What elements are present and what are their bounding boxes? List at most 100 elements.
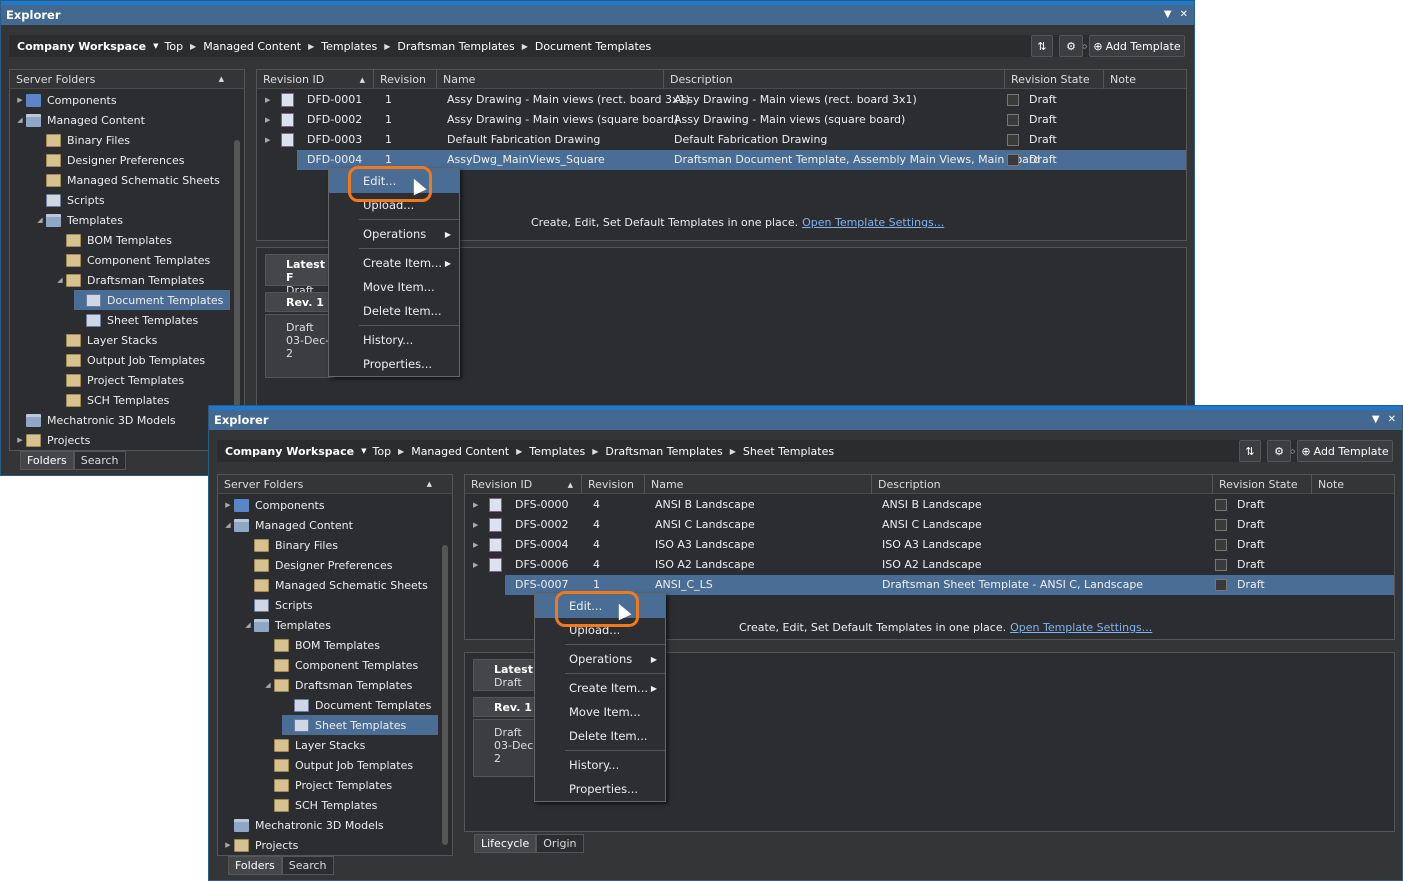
latest-revision-box[interactable]: Latest - F Draft [265, 254, 335, 297]
window-titlebar[interactable]: Explorer ▼ ✕ [1, 1, 1194, 25]
refresh-button[interactable]: ⇅ [1239, 440, 1261, 462]
tree-item[interactable]: Document Templates [282, 695, 438, 715]
menu-item[interactable]: Operations ▶ [535, 647, 665, 671]
state-checkbox[interactable] [1215, 579, 1227, 591]
column-description[interactable]: Description [872, 475, 1213, 494]
expand-arrow-icon[interactable]: ◢ [222, 521, 234, 529]
expand-arrow-icon[interactable]: ▶ [265, 96, 270, 104]
expand-arrow-icon[interactable]: ▶ [222, 501, 234, 509]
tree-item[interactable]: BOM Templates [262, 635, 438, 655]
state-checkbox[interactable] [1007, 134, 1019, 146]
column-name[interactable]: Name [645, 475, 872, 494]
state-checkbox[interactable] [1215, 519, 1227, 531]
tree-item[interactable]: Managed Schematic Sheets [242, 575, 438, 595]
close-icon[interactable]: ✕ [1388, 414, 1396, 425]
revision-box[interactable]: Rev. 1 [265, 292, 335, 312]
add-template-button[interactable]: ⊕ Add Template [1089, 35, 1185, 57]
tree-item[interactable]: ◢ Draftsman Templates [262, 675, 438, 695]
dropdown-icon[interactable]: ▼ [1372, 414, 1380, 425]
table-row[interactable]: DFS-0007 1 ANSI_C_LS Draftsman Sheet Templa… [505, 575, 1394, 595]
tree-item[interactable]: Sheet Templates [74, 310, 230, 330]
tree-item[interactable]: Sheet Templates [282, 715, 438, 735]
tab-folders[interactable]: Folders [228, 856, 282, 875]
menu-item[interactable]: Move Item... [535, 700, 665, 724]
scrollbar[interactable] [442, 545, 448, 845]
table-row[interactable]: ▶ DFD-0002 1 Assy Drawing - Main views (squ… [257, 110, 1186, 130]
breadcrumb-item[interactable]: Templates [529, 445, 585, 458]
state-checkbox[interactable] [1215, 539, 1227, 551]
tree-item[interactable]: Mechatronic 3D Models [222, 815, 438, 835]
tree-item[interactable]: Scripts [34, 190, 230, 210]
expand-arrow-icon[interactable]: ▶ [473, 501, 478, 509]
expand-arrow-icon[interactable]: ▶ [473, 521, 478, 529]
state-checkbox[interactable] [1215, 559, 1227, 571]
tree-item[interactable]: Binary Files [34, 130, 230, 150]
state-checkbox[interactable] [1007, 94, 1019, 106]
column-revision-state[interactable]: Revision State [1005, 70, 1104, 89]
breadcrumb-item[interactable]: Templates [321, 40, 377, 53]
tree-item[interactable]: Layer Stacks [54, 330, 230, 350]
tree-item[interactable]: ◢ Managed Content [14, 110, 230, 130]
tree-item[interactable]: BOM Templates [54, 230, 230, 250]
column-revision[interactable]: Revision [582, 475, 645, 494]
revision-box[interactable]: Rev. 1 [473, 697, 543, 717]
menu-item[interactable]: Operations ▶ [329, 222, 459, 246]
open-template-settings-link[interactable]: Open Template Settings... [802, 216, 944, 229]
tree-item[interactable]: Managed Schematic Sheets [34, 170, 230, 190]
state-checkbox[interactable] [1007, 114, 1019, 126]
menu-item[interactable]: History... [535, 753, 665, 777]
expand-arrow-icon[interactable]: ▶ [14, 96, 26, 104]
latest-revision-box[interactable]: Latest - Draft [473, 659, 543, 691]
tree-item[interactable]: Designer Preferences [34, 150, 230, 170]
tree-item[interactable]: ▶ Components [14, 90, 230, 110]
tree-item[interactable]: Scripts [242, 595, 438, 615]
menu-item[interactable]: Delete Item... [329, 299, 459, 323]
expand-arrow-icon[interactable]: ◢ [14, 116, 26, 124]
settings-button[interactable]: ⚙ [1267, 440, 1291, 462]
open-template-settings-link[interactable]: Open Template Settings... [1010, 621, 1152, 634]
expand-arrow-icon[interactable]: ▶ [473, 561, 478, 569]
table-row[interactable]: ▶ DFS-0004 4 ISO A3 Landscape ISO A3 Landsca… [465, 535, 1394, 555]
breadcrumb-item[interactable]: Draftsman Templates [397, 40, 514, 53]
breadcrumb-item[interactable]: Document Templates [535, 40, 651, 53]
tree-item[interactable]: Component Templates [54, 250, 230, 270]
breadcrumb-item[interactable]: Draftsman Templates [605, 445, 722, 458]
breadcrumb-item[interactable]: Managed Content [203, 40, 301, 53]
table-row[interactable]: ▶ DFD-0003 1 Default Fabrication Drawing Def… [257, 130, 1186, 150]
expand-arrow-icon[interactable]: ◢ [34, 216, 46, 224]
tab-search[interactable]: Search [73, 451, 126, 470]
tree-item[interactable]: Layer Stacks [262, 735, 438, 755]
tree-item[interactable]: ◢ Templates [34, 210, 230, 230]
state-checkbox[interactable] [1215, 499, 1227, 511]
tab-folders[interactable]: Folders [20, 451, 74, 470]
expand-arrow-icon[interactable]: ▶ [265, 116, 270, 124]
tree-item[interactable]: SCH Templates [262, 795, 438, 815]
column-note[interactable]: Note [1312, 475, 1392, 494]
tree-item[interactable]: ◢ Managed Content [222, 515, 438, 535]
sort-icon[interactable]: ▲ [219, 75, 224, 83]
breadcrumb-item[interactable]: Sheet Templates [743, 445, 834, 458]
tab-search[interactable]: Search [281, 856, 334, 875]
window-titlebar[interactable]: Explorer ▼ ✕ [209, 406, 1402, 430]
tree-item[interactable]: Project Templates [54, 370, 230, 390]
expand-arrow-icon[interactable]: ▶ [473, 541, 478, 549]
tree-item[interactable]: ◢ Templates [242, 615, 438, 635]
menu-item[interactable]: Move Item... [329, 275, 459, 299]
column-revision-id[interactable]: Revision ID ▲ [257, 70, 374, 89]
table-row[interactable]: ▶ DFS-0000 4 ANSI B Landscape ANSI B Landsca… [465, 495, 1394, 515]
menu-item[interactable]: History... [329, 328, 459, 352]
sort-icon[interactable]: ▲ [427, 480, 432, 488]
tree-item[interactable]: Mechatronic 3D Models [14, 410, 230, 430]
column-description[interactable]: Description [664, 70, 1005, 89]
expand-arrow-icon[interactable]: ▶ [14, 436, 26, 444]
tree-item[interactable]: SCH Templates [54, 390, 230, 410]
tree-item[interactable]: Document Templates [74, 290, 230, 310]
tree-item[interactable]: ▶ Components [222, 495, 438, 515]
column-name[interactable]: Name [437, 70, 664, 89]
menu-item[interactable]: Properties... [329, 352, 459, 376]
dropdown-icon[interactable]: ▼ [1164, 9, 1172, 20]
workspace-selector[interactable]: Company Workspace [225, 445, 354, 458]
tab-lifecycle[interactable]: Lifecycle [474, 834, 537, 853]
menu-item[interactable]: Delete Item... [535, 724, 665, 748]
tab-origin[interactable]: Origin [536, 834, 584, 853]
